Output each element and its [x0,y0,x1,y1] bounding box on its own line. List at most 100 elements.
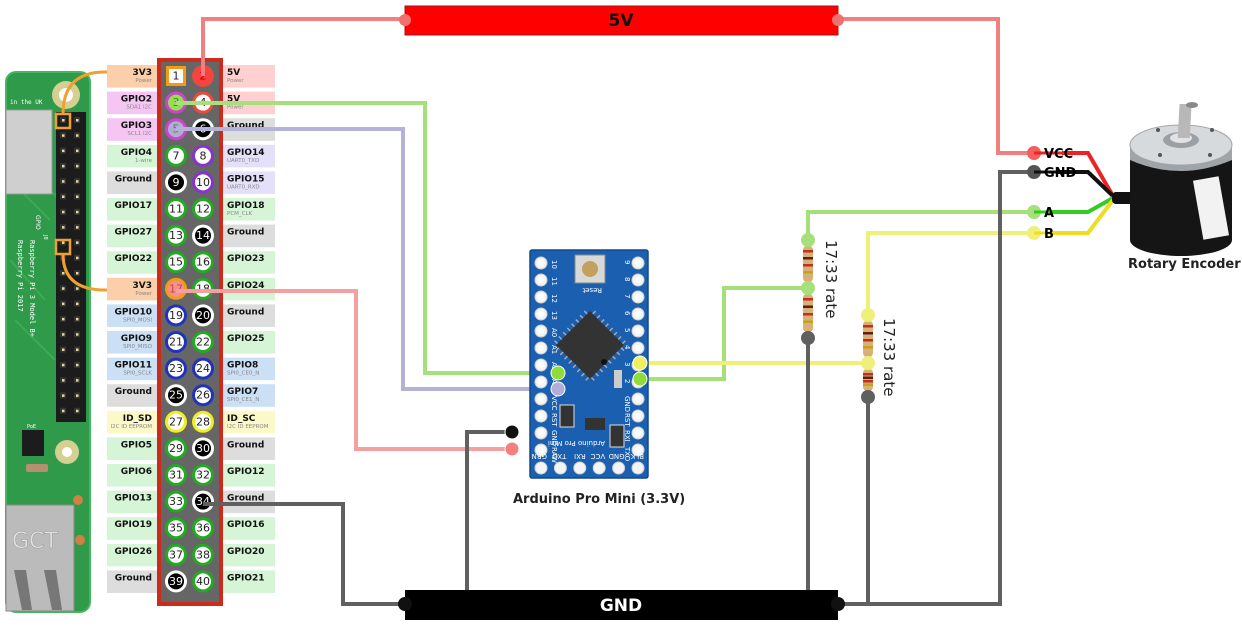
board-text-gct: GCT [12,529,58,554]
resistor-divider-b: 17:33 rate [861,308,898,404]
pin-label-left: GPIO26 [107,543,157,567]
arduino-pin-label: 12 [550,294,558,303]
header-pin-21: 21 [165,331,187,353]
header-pin [76,348,79,351]
ground-bus-label: GND [600,596,642,616]
pin-label-right: GPIO18PCM_CLK [223,198,275,221]
pin-function-sub: SPI0_SCLK [123,371,152,377]
pin-number: 14 [196,229,210,242]
arduino-pin-label: GND [550,430,558,446]
header-pin-8: 8 [192,144,214,167]
power-bus-label: 5V [609,11,635,31]
pin-function-name: GPIO6 [121,467,152,477]
header-pin [76,119,79,122]
header-pin-23: 23 [165,357,187,380]
pin-label-right: GPIO14UART0_TXD [223,144,275,168]
header-pin-32: 32 [192,464,214,486]
pin-function-name: GPIO25 [227,334,265,344]
pin-function-name: GPIO5 [121,440,152,450]
header-pin [76,333,79,336]
header-pin-12: 12 [192,198,214,220]
header-pin [62,409,65,413]
header-pin [62,149,65,153]
pin-label-left: GPIO10SPI0_MOSI [107,304,157,327]
board-text-gpio: GPIO [34,215,41,230]
wire-5v-encoder [838,17,1033,155]
header-pin [62,134,65,137]
encoder-pin-label: VCC [1044,147,1073,162]
encoder-pin-vcc: VCC [1027,146,1088,162]
pin-number: 37 [169,548,183,561]
arduino-pin-label: VCC [550,396,558,411]
pin-function-name: GPIO27 [114,228,152,238]
header-pin [76,302,79,306]
pin-number: 9 [173,176,180,189]
arduino-a3-connection [550,381,566,397]
arduino-gnd-connection [504,424,520,440]
pin-function-name: GPIO2 [121,95,152,105]
pin-number: 36 [196,522,210,535]
pin-function-name: GPIO23 [227,254,265,264]
pin-function-sub: SDA1 I2C [126,105,152,111]
pin-function-sub: Power [227,105,244,111]
pin-function-sub: SPI0_MISO [123,344,153,350]
pin-function-name: GPIO14 [227,148,265,158]
pin-number: 1 [173,70,180,83]
header-pin-31: 31 [165,464,187,486]
arduino-pin-label: GRN [531,452,547,460]
arduino-pin-bottom [592,461,606,475]
pin-function-name: GPIO15 [227,174,265,184]
pin-function-sub: SPI0_MOSI [123,317,152,323]
pin-label-right: Ground [223,490,275,514]
arduino-pin-label: 13 [550,311,558,320]
resistor [863,315,873,363]
pin-number: 31 [169,469,183,482]
pin-function-sub: SPI0_CE0_N [227,371,259,377]
pin-label-left: GPIO9SPI0_MISO [107,331,157,354]
pin-label-right: GPIO16 [223,517,275,540]
pin-label-right: GPIO20 [223,543,275,567]
header-pin [76,195,79,198]
arduino-pin-label: TXO [552,452,568,460]
pin-label-right: GPIO25 [223,331,275,354]
arduino-pin-bottom [534,461,548,475]
encoder-pin-label: A [1044,206,1054,221]
encoder-caption: Rotary Encoder [1128,257,1241,272]
header-pin-37: 37 [165,543,187,566]
header-pin-39: 39 [165,570,187,593]
header-pin [62,272,65,275]
header-pin-20: 20 [192,304,214,327]
arduino-pin-label: A1 [550,345,558,354]
header-pin-16: 16 [192,251,214,274]
pin-label-left: 3V3Power [107,277,157,301]
pin-function-name: Ground [227,440,264,450]
header-pin-13: 13 [165,224,187,247]
header-pin-14: 14 [192,224,214,247]
pin-number: 35 [169,522,183,535]
header-pin [76,256,79,260]
header-pin [62,210,65,214]
pin-number: 20 [196,309,210,322]
header-pin-38: 38 [192,543,214,566]
header-pin [76,363,79,367]
pin-number: 33 [169,495,183,508]
pin-function-name: GPIO26 [114,547,152,557]
arduino-caption: Arduino Pro Mini (3.3V) [513,492,685,507]
capacitor [26,464,48,472]
pin-number: 39 [169,575,183,588]
encoder-pin-gnd: GND [1027,165,1088,181]
header-pin [62,164,65,168]
reset-label: Reset [582,286,602,294]
header-pin [76,241,79,244]
pin-label-left: 3V3Power [107,65,157,88]
pin-label-right: GPIO8SPI0_CE0_N [223,357,275,381]
pin-number: 13 [169,229,183,242]
pin-function-sub: SPI0_CE1_N [227,397,259,403]
pin-function-sub: UART0_TXD [227,158,259,164]
pin-label-left: GPIO5 [107,437,157,460]
header-pin [76,317,79,321]
pin-number: 17 [169,282,183,295]
pin-function-name: GPIO3 [121,121,152,131]
arduino-pin2-connection [632,371,648,387]
encoder-pin-label: B [1044,227,1054,242]
